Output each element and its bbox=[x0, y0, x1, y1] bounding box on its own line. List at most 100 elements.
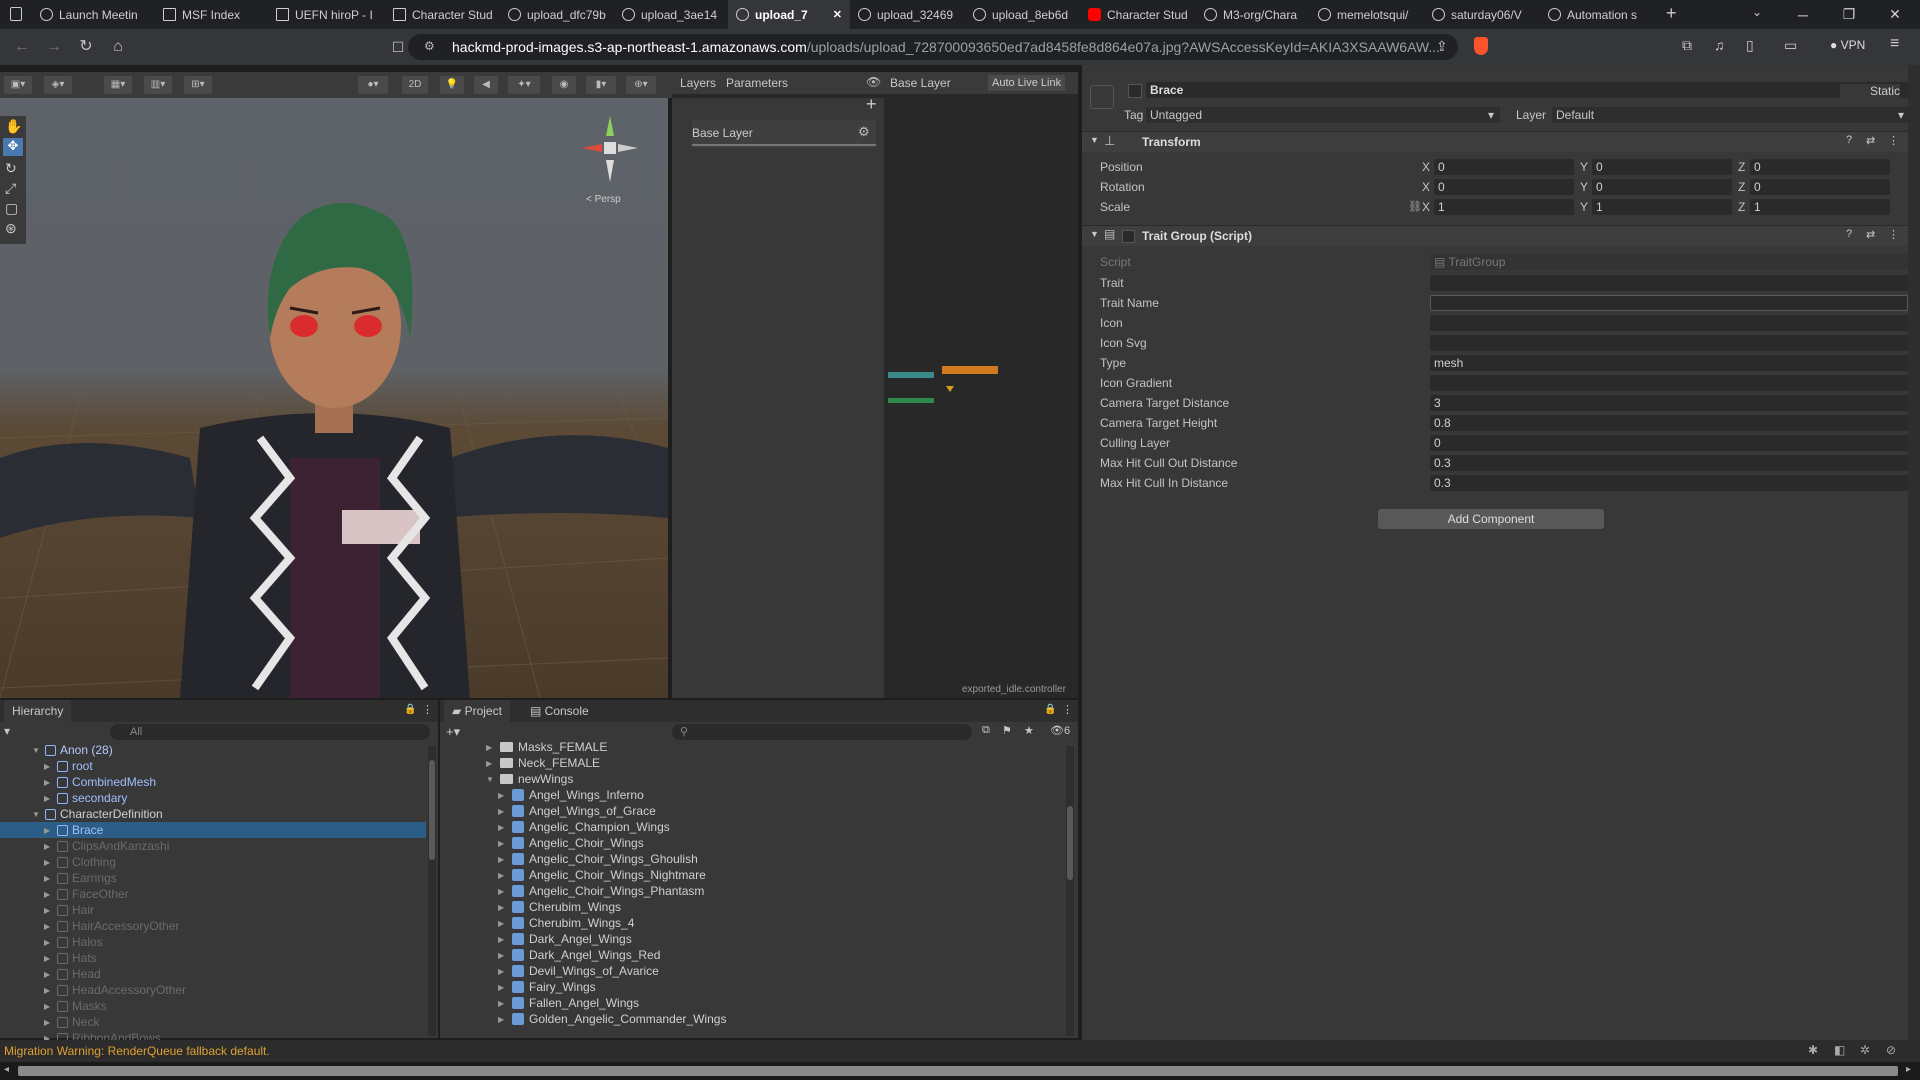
hierarchy-item[interactable]: ▼ CharacterDefinition bbox=[0, 806, 426, 822]
transform-x-field[interactable]: 1 bbox=[1434, 199, 1574, 215]
progress-icon[interactable]: ◧ bbox=[1834, 1043, 1845, 1057]
script-field-input[interactable] bbox=[1430, 315, 1908, 331]
browser-tab[interactable]: memelotsqui/ bbox=[1310, 0, 1424, 29]
transform-y-field[interactable]: 0 bbox=[1592, 179, 1732, 195]
expand-arrow-icon[interactable]: ▶ bbox=[44, 890, 53, 899]
script-field-input[interactable]: 0.8 bbox=[1430, 415, 1908, 431]
script-field-input[interactable]: mesh bbox=[1430, 355, 1908, 371]
bookmark-icon[interactable]: ☐ bbox=[388, 37, 408, 57]
project-folder[interactable]: ▼ newWings bbox=[486, 772, 573, 786]
project-folder[interactable]: ▶ Neck_FEMALE bbox=[486, 756, 600, 770]
component-enabled-toggle[interactable] bbox=[1122, 230, 1135, 243]
status-warning[interactable]: Migration Warning: RenderQueue fallback … bbox=[4, 1044, 270, 1058]
expand-arrow-icon[interactable]: ▶ bbox=[44, 1002, 53, 1011]
project-scrollbar[interactable] bbox=[1066, 746, 1074, 1036]
close-window-button[interactable]: ✕ bbox=[1872, 0, 1918, 29]
browser-tab[interactable]: Automation s bbox=[1540, 0, 1656, 29]
hidden-packages-button[interactable]: 👁6 bbox=[1050, 724, 1070, 737]
hierarchy-add-button[interactable]: ▾ bbox=[4, 724, 10, 738]
tab-parameters[interactable]: Parameters bbox=[726, 72, 788, 94]
hierarchy-item[interactable]: ▶ Earrings bbox=[0, 870, 426, 886]
project-search-input[interactable]: ⚲ bbox=[672, 724, 972, 740]
bug-icon[interactable]: ✲ bbox=[1860, 1043, 1870, 1057]
expand-arrow-icon[interactable]: ▶ bbox=[44, 954, 53, 963]
active-toggle[interactable] bbox=[1128, 84, 1142, 98]
component-menu-icon[interactable]: ⋮ bbox=[1888, 228, 1899, 241]
hierarchy-item[interactable]: ▶ CombinedMesh bbox=[0, 774, 426, 790]
expand-arrow-icon[interactable]: ▶ bbox=[498, 903, 507, 912]
project-asset-item[interactable]: ▶ Angelic_Choir_Wings bbox=[498, 836, 644, 850]
menu-icon[interactable]: ≡ bbox=[1890, 35, 1899, 53]
script-header[interactable]: ▼ ▤ Trait Group (Script) ? ⇄ ⋮ bbox=[1082, 225, 1920, 246]
hierarchy-item[interactable]: ▶ root bbox=[0, 758, 426, 774]
hierarchy-item[interactable]: ▶ Halos bbox=[0, 934, 426, 950]
browser-tab[interactable]: Character Stud bbox=[385, 0, 500, 29]
transform-z-field[interactable]: 0 bbox=[1750, 179, 1890, 195]
help-icon[interactable]: ? bbox=[1846, 134, 1852, 146]
browser-tab[interactable]: Launch Meetin bbox=[32, 0, 155, 29]
axis-y-label[interactable]: Y bbox=[1580, 200, 1588, 214]
minimize-button[interactable]: ─ bbox=[1780, 0, 1826, 29]
hierarchy-item[interactable]: ▶ HeadAccessoryOther bbox=[0, 982, 426, 998]
shading-dropdown[interactable]: ●▾ bbox=[358, 76, 388, 94]
media-icon[interactable]: ♫ bbox=[1714, 37, 1725, 53]
expand-arrow-icon[interactable]: ▶ bbox=[498, 887, 507, 896]
settings-icon[interactable]: ⊘ bbox=[1886, 1043, 1896, 1057]
expand-arrow-icon[interactable]: ▶ bbox=[498, 999, 507, 1008]
layer-item[interactable]: Base Layer ⚙ bbox=[692, 120, 876, 148]
expand-arrow-icon[interactable]: ▶ bbox=[498, 839, 507, 848]
component-menu-icon[interactable]: ⋮ bbox=[1888, 134, 1899, 147]
expand-arrow-icon[interactable]: ▶ bbox=[44, 970, 53, 979]
axis-x-label[interactable]: X bbox=[1422, 180, 1430, 194]
debug-icon[interactable]: ✱ bbox=[1808, 1043, 1818, 1057]
effects-dropdown[interactable]: ✦▾ bbox=[508, 76, 540, 94]
axis-y-label[interactable]: Y bbox=[1580, 160, 1588, 174]
hierarchy-scrollbar[interactable] bbox=[428, 746, 436, 1036]
expand-arrow-icon[interactable]: ▶ bbox=[486, 743, 495, 752]
browser-tab[interactable]: upload_dfc79b bbox=[500, 0, 614, 29]
horizontal-scrollbar[interactable]: ◂ ▸ bbox=[0, 1062, 1920, 1080]
browser-menu-icon[interactable] bbox=[10, 7, 22, 21]
hierarchy-item[interactable]: ▶ Hair bbox=[0, 902, 426, 918]
script-field-input[interactable]: 0 bbox=[1430, 435, 1908, 451]
project-asset-item[interactable]: ▶ Angelic_Champion_Wings bbox=[498, 820, 670, 834]
expand-arrow-icon[interactable]: ▶ bbox=[498, 983, 507, 992]
camera-dropdown[interactable]: ▮▾ bbox=[586, 76, 616, 94]
tab-console[interactable]: ▤ Console bbox=[530, 700, 589, 722]
expand-arrow-icon[interactable]: ▶ bbox=[44, 826, 53, 835]
project-asset-item[interactable]: ▶ Devil_Wings_of_Avarice bbox=[498, 964, 659, 978]
transform-x-field[interactable]: 0 bbox=[1434, 159, 1574, 175]
axis-y-label[interactable]: Y bbox=[1580, 180, 1588, 194]
share-icon[interactable]: ⇪ bbox=[1436, 38, 1448, 55]
expand-arrow-icon[interactable]: ▼ bbox=[486, 775, 495, 784]
gizmos-dropdown[interactable]: ⊕▾ bbox=[626, 76, 656, 94]
expand-arrow-icon[interactable]: ▶ bbox=[44, 858, 53, 867]
browser-tab[interactable]: MSF Index bbox=[155, 0, 268, 29]
expand-arrow-icon[interactable]: ▶ bbox=[498, 919, 507, 928]
layer-settings-icon[interactable]: ⚙ bbox=[858, 124, 870, 140]
hierarchy-item[interactable]: ▶ Masks bbox=[0, 998, 426, 1014]
browser-tab[interactable]: saturday06/V bbox=[1424, 0, 1540, 29]
hierarchy-item[interactable]: ▶ HairAccessoryOther bbox=[0, 918, 426, 934]
project-asset-item[interactable]: ▶ Angelic_Choir_Wings_Nightmare bbox=[498, 868, 706, 882]
project-asset-item[interactable]: ▶ Fallen_Angel_Wings bbox=[498, 996, 639, 1010]
project-asset-item[interactable]: ▶ Angelic_Choir_Wings_Ghoulish bbox=[498, 852, 698, 866]
expand-arrow-icon[interactable]: ▶ bbox=[486, 759, 495, 768]
script-field-input[interactable]: 0.3 bbox=[1430, 455, 1908, 471]
transform-x-field[interactable]: 0 bbox=[1434, 179, 1574, 195]
add-component-button[interactable]: Add Component bbox=[1378, 509, 1604, 529]
hierarchy-item[interactable]: ▶ Brace bbox=[0, 822, 426, 838]
browser-tab[interactable]: Character Stud bbox=[1080, 0, 1196, 29]
axis-z-label[interactable]: Z bbox=[1738, 160, 1745, 174]
hierarchy-item[interactable]: ▼ Anon (28) bbox=[0, 742, 426, 758]
tag-dropdown[interactable]: Untagged ▾ bbox=[1146, 107, 1500, 123]
home-icon[interactable]: ⌂ bbox=[108, 37, 128, 57]
forward-icon[interactable]: → bbox=[44, 37, 64, 57]
axis-x-label[interactable]: X bbox=[1422, 200, 1430, 214]
favorite-icon[interactable]: ★ bbox=[1024, 724, 1034, 737]
expand-arrow-icon[interactable]: ▶ bbox=[44, 762, 53, 771]
expand-arrow-icon[interactable]: ▶ bbox=[498, 935, 507, 944]
project-asset-item[interactable]: ▶ Angel_Wings_of_Grace bbox=[498, 804, 656, 818]
browser-tab[interactable]: upload_32469 bbox=[850, 0, 965, 29]
foldout-arrow-icon[interactable]: ▼ bbox=[1090, 229, 1099, 239]
